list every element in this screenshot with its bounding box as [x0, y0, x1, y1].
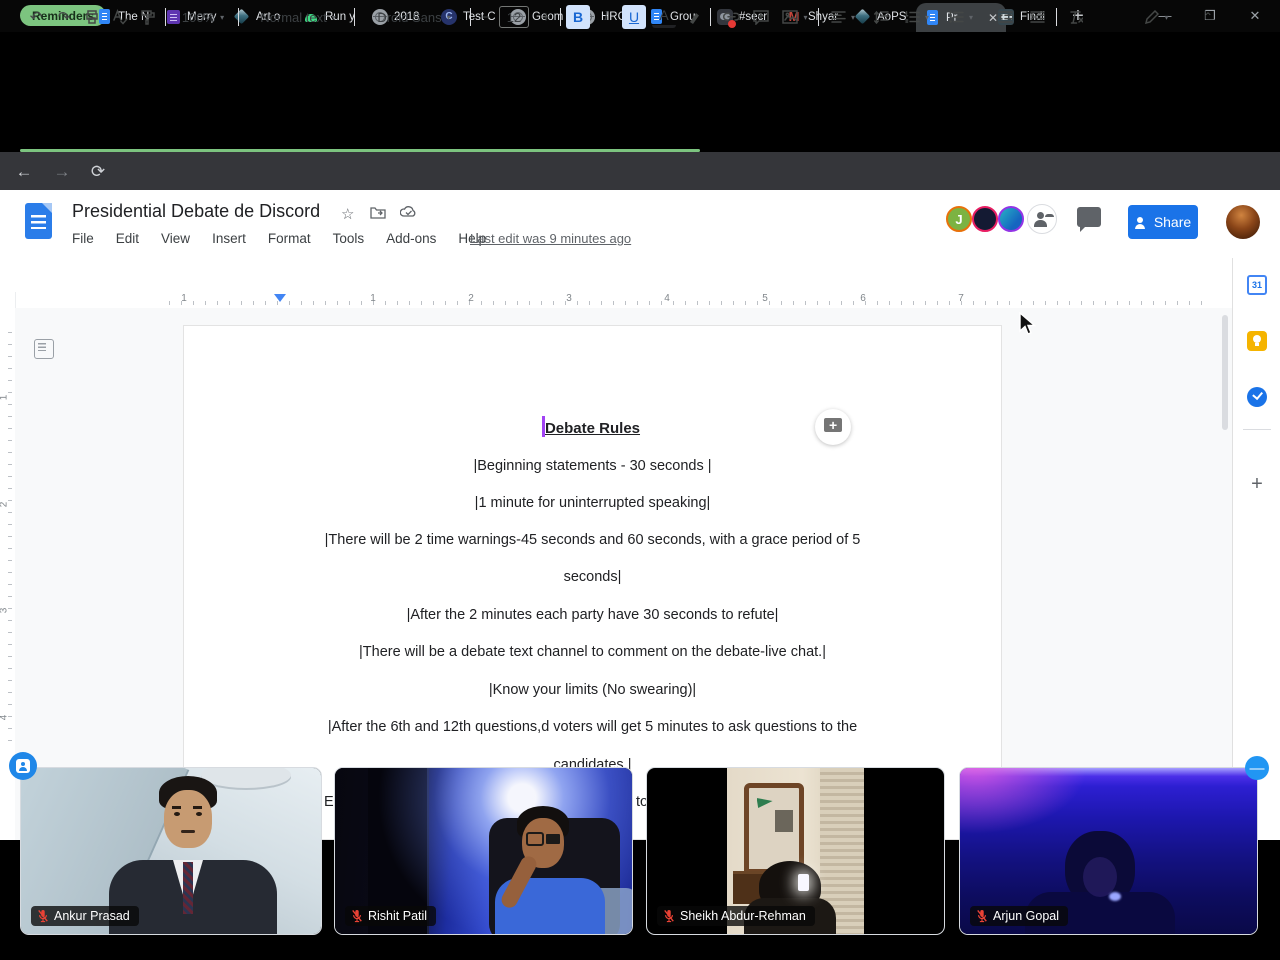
doc-line[interactable]: |Beginning statements - 30 seconds | [184, 458, 1001, 474]
participant-name-label: Ankur Prasad [31, 906, 139, 926]
increase-font-button[interactable]: + [536, 5, 556, 29]
menu-view[interactable]: View [161, 231, 190, 246]
add-comment-button[interactable] [815, 409, 851, 445]
docs-menubar: File Edit View Insert Format Tools Add-o… [72, 231, 486, 246]
browser-navbar: ← → ⟳ docs.google.com/document/d/1PzOxpw… [0, 152, 1280, 336]
menu-addons[interactable]: Add-ons [386, 231, 436, 246]
decrease-font-button[interactable]: − [476, 5, 496, 29]
document-outline-icon[interactable] [34, 339, 54, 359]
insert-image-button[interactable]: ▾ [778, 5, 812, 29]
doc-line[interactable]: |There will be a debate text channel to … [184, 644, 1001, 660]
document-title[interactable]: Presidential Debate de Discord [72, 201, 320, 222]
numbered-list-button[interactable]: ▾ [900, 5, 934, 29]
decrease-indent-button[interactable] [992, 5, 1018, 29]
doc-line[interactable]: Debate Rules [184, 420, 1001, 437]
open-comments-icon[interactable] [1077, 207, 1101, 232]
menu-file[interactable]: File [72, 231, 94, 246]
paint-format-button[interactable] [136, 5, 160, 29]
tasks-icon[interactable] [1247, 387, 1267, 407]
window-close-button[interactable]: ✕ [1240, 8, 1270, 24]
mic-muted-icon [352, 910, 362, 923]
increase-indent-button[interactable] [1024, 5, 1050, 29]
video-tile-arjun[interactable]: Arjun Gopal [959, 767, 1258, 935]
doc-line[interactable]: seconds| [184, 569, 1001, 585]
print-button[interactable] [80, 5, 104, 29]
indent-marker[interactable] [274, 294, 286, 308]
back-button[interactable]: ← [12, 160, 36, 184]
collaborator-caret [542, 416, 545, 437]
collaborator-avatar[interactable] [998, 206, 1024, 232]
google-side-panel: 31 + [1232, 258, 1280, 840]
document-page[interactable]: Debate Rules |Beginning statements - 30 … [183, 325, 1002, 840]
cloud-saved-icon[interactable] [399, 205, 417, 222]
mic-muted-icon [977, 910, 987, 923]
participant-name-label: Sheikh Abdur-Rehman [657, 906, 815, 926]
font-size-input[interactable]: 12 [499, 6, 529, 28]
person-icon [16, 759, 30, 773]
text-color-button[interactable]: A [652, 7, 676, 28]
mic-muted-icon [664, 910, 674, 923]
scrollbar-thumb[interactable] [1222, 315, 1228, 430]
zoom-select[interactable]: 100% ▾ [176, 5, 230, 29]
align-button[interactable]: ▾ [826, 5, 860, 29]
menu-edit[interactable]: Edit [116, 231, 139, 246]
star-document-icon[interactable]: ☆ [341, 205, 354, 223]
join-call-button[interactable] [1027, 204, 1057, 234]
share-person-icon [1134, 216, 1147, 229]
editing-mode-button[interactable]: ▾ [1140, 5, 1174, 29]
spellcheck-button[interactable] [108, 5, 132, 29]
italic-button[interactable]: I [594, 5, 618, 29]
collaborator-avatar[interactable] [972, 206, 998, 232]
document-canvas: Debate Rules |Beginning statements - 30 … [15, 308, 1232, 840]
keep-icon[interactable] [1247, 331, 1267, 351]
collaborator-avatar[interactable]: J [946, 206, 972, 232]
minimize-videos-button[interactable]: — [1245, 756, 1269, 780]
docs-logo-icon[interactable] [25, 203, 52, 239]
shared-screen: Reminders The N Merry Art o Run y 2018 C… [0, 0, 1280, 960]
paragraph-style-select[interactable]: Normal text ▾ [248, 5, 348, 29]
undo-button[interactable]: ↶ [24, 5, 48, 29]
redo-button[interactable]: ↷ [52, 5, 76, 29]
video-tile-sheikh[interactable]: Sheikh Abdur-Rehman [646, 767, 945, 935]
share-button[interactable]: Share [1128, 205, 1198, 239]
bulleted-list-button[interactable]: ▾ [944, 5, 978, 29]
line-spacing-button[interactable] [868, 5, 894, 29]
video-tile-rishit[interactable]: Rishit Patil [334, 767, 633, 935]
doc-line[interactable]: |1 minute for uninterrupted speaking| [184, 495, 1001, 511]
self-view-button[interactable] [9, 752, 37, 780]
highlight-color-button[interactable] [682, 5, 706, 29]
menu-format[interactable]: Format [268, 231, 311, 246]
participant-name-label: Rishit Patil [345, 906, 437, 926]
video-tile-ankur[interactable]: Ankur Prasad [20, 767, 322, 935]
divider [1243, 429, 1271, 430]
horizontal-ruler[interactable]: 1 1 2 3 4 5 6 7 [15, 292, 1232, 309]
insert-link-button[interactable] [718, 5, 744, 29]
reload-button[interactable]: ⟳ [86, 160, 110, 184]
doc-line[interactable]: |After the 6th and 12th questions,d vote… [184, 719, 1001, 735]
doc-line[interactable]: |Know your limits (No swearing)| [184, 682, 1001, 698]
docs-profile-avatar[interactable] [1226, 205, 1260, 239]
mouse-cursor [1018, 311, 1040, 341]
menu-insert[interactable]: Insert [212, 231, 246, 246]
forward-button[interactable]: → [50, 160, 74, 184]
underline-button[interactable]: U [622, 5, 646, 29]
menu-tools[interactable]: Tools [333, 231, 365, 246]
vertical-ruler[interactable]: 1 2 3 4 [0, 292, 16, 760]
get-addons-button[interactable]: + [1247, 473, 1267, 495]
bold-button[interactable]: B [566, 5, 590, 29]
calendar-icon[interactable]: 31 [1247, 275, 1267, 295]
font-select[interactable]: Droid Sans ▾ [364, 5, 464, 29]
move-folder-icon[interactable] [370, 205, 386, 223]
doc-line[interactable]: |There will be 2 time warnings-45 second… [184, 532, 1001, 548]
clear-formatting-button[interactable] [1062, 5, 1088, 29]
hide-menus-button[interactable]: ⌃ [1196, 5, 1220, 29]
mic-muted-icon [38, 910, 48, 923]
insert-comment-button[interactable] [748, 5, 774, 29]
doc-line[interactable]: |After the 2 minutes each party have 30 … [184, 607, 1001, 623]
participant-name-label: Arjun Gopal [970, 906, 1069, 926]
last-edit-link[interactable]: Last edit was 9 minutes ago [470, 231, 631, 246]
docs-toolbar [0, 258, 1232, 293]
